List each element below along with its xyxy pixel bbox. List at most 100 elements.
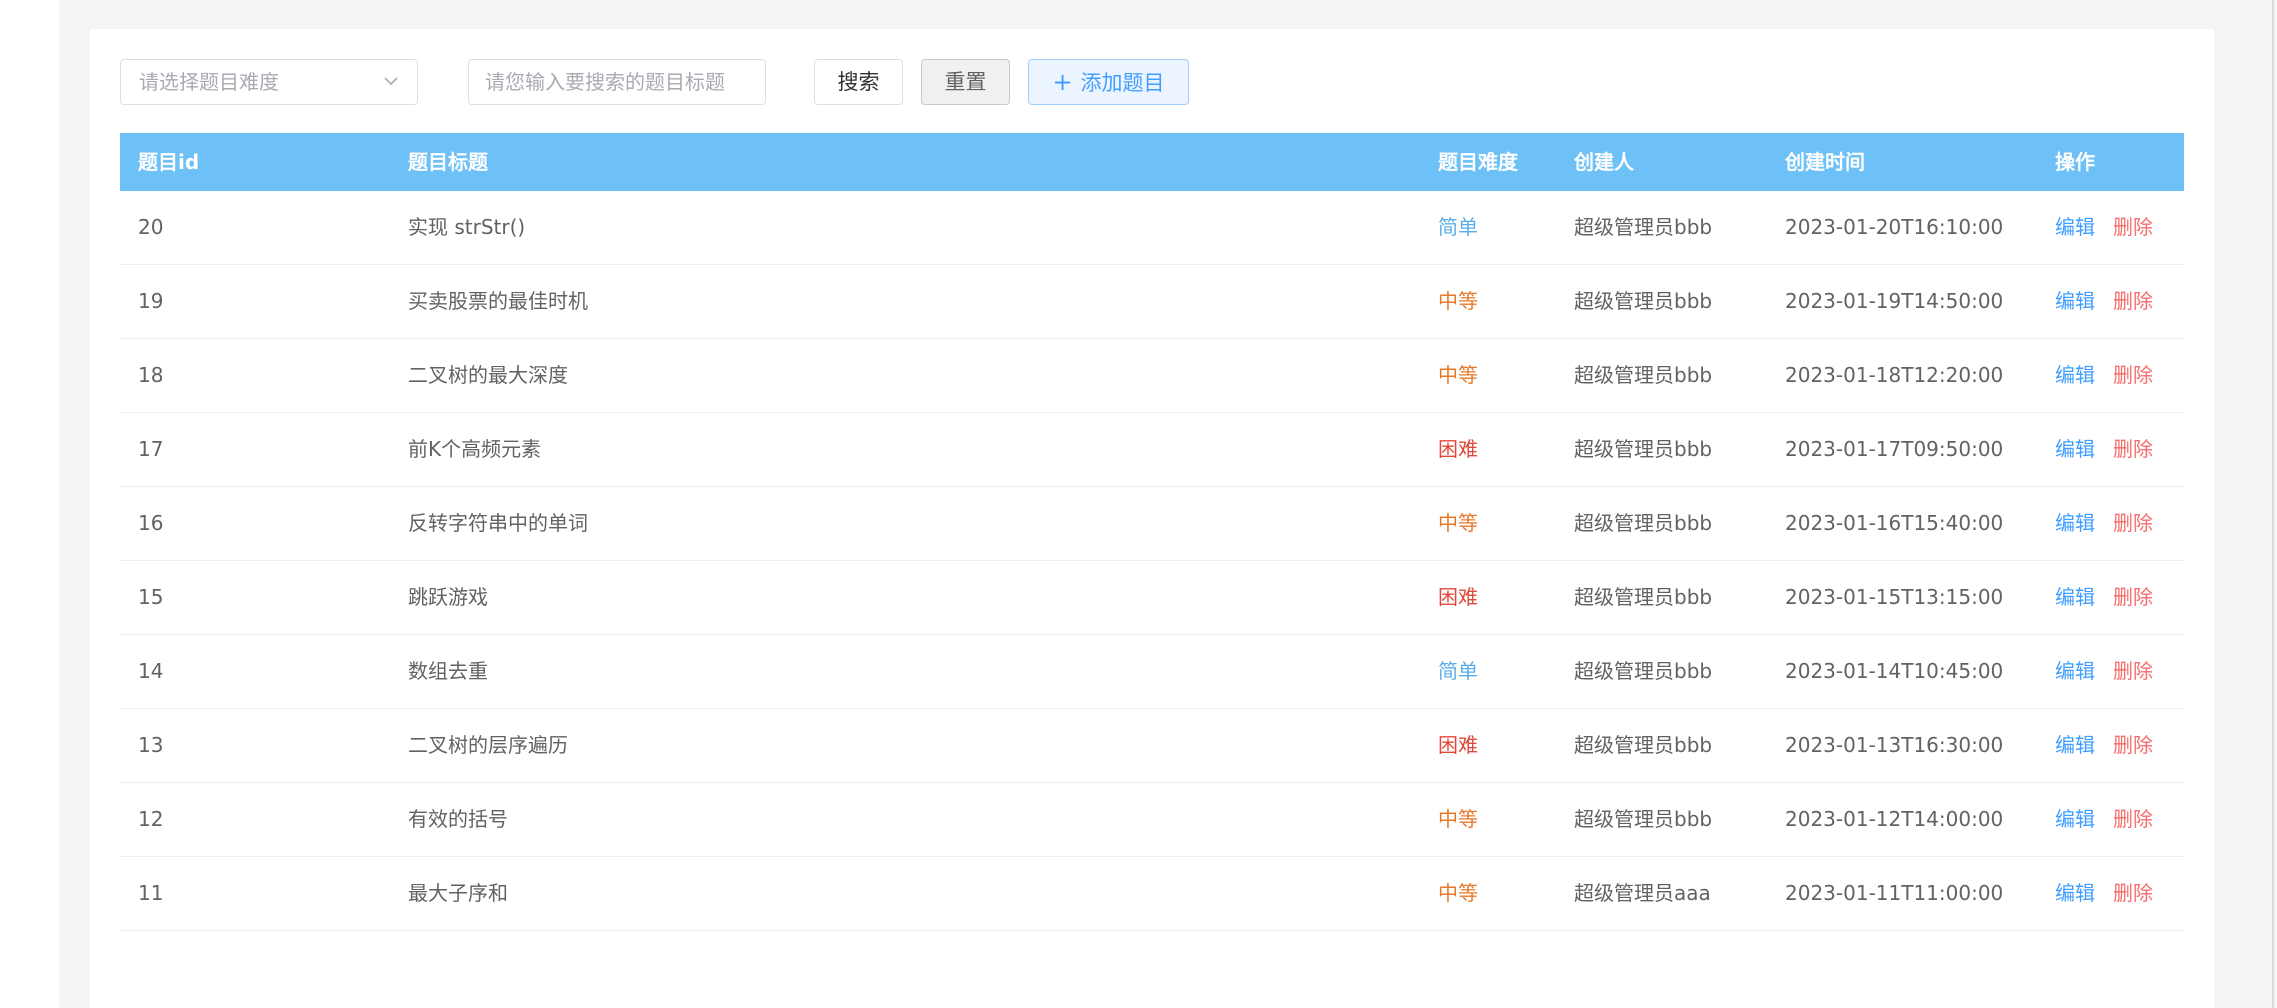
cell-id: 18 — [138, 363, 164, 387]
cell-id: 20 — [138, 215, 164, 239]
cell-created-at: 2023-01-12T14:00:00 — [1785, 807, 2004, 831]
questions-table: 题目id 题目标题 题目难度 创建人 创建时间 操作 20 实现 strStr()… — [120, 133, 2184, 931]
cell-created-at: 2023-01-11T11:00:00 — [1785, 881, 2004, 905]
header-difficulty: 题目难度 — [1438, 150, 1518, 174]
content-card: 请选择题目难度 搜索 重置 + 添加题目 题目id 题目标题 题目难度 创建人 创… — [90, 29, 2214, 1008]
cell-difficulty: 困难 — [1438, 437, 1478, 461]
cell-creator: 超级管理员bbb — [1574, 807, 1713, 831]
table-row: 13 二叉树的层序遍历 困难 超级管理员bbb 2023-01-13T16:30:00 编… — [120, 709, 2184, 783]
edit-link[interactable]: 编辑 — [2055, 807, 2095, 831]
cell-creator: 超级管理员bbb — [1574, 289, 1713, 313]
header-creator: 创建人 — [1574, 150, 1634, 174]
cell-actions: 编辑 删除 — [2055, 709, 2153, 782]
cell-id: 17 — [138, 437, 164, 461]
delete-link[interactable]: 删除 — [2113, 363, 2153, 387]
cell-title: 有效的括号 — [408, 807, 508, 831]
cell-difficulty: 中等 — [1438, 881, 1478, 905]
edit-link[interactable]: 编辑 — [2055, 289, 2095, 313]
delete-link[interactable]: 删除 — [2113, 807, 2153, 831]
cell-difficulty: 简单 — [1438, 659, 1478, 683]
cell-created-at: 2023-01-18T12:20:00 — [1785, 363, 2004, 387]
cell-difficulty: 简单 — [1438, 215, 1478, 239]
table-row: 14 数组去重 简单 超级管理员bbb 2023-01-14T10:45:00 编辑 删除 — [120, 635, 2184, 709]
table-row: 17 前K个高频元素 困难 超级管理员bbb 2023-01-17T09:50:00 编辑… — [120, 413, 2184, 487]
cell-actions: 编辑 删除 — [2055, 635, 2153, 708]
edit-link[interactable]: 编辑 — [2055, 215, 2095, 239]
delete-link[interactable]: 删除 — [2113, 659, 2153, 683]
delete-link[interactable]: 删除 — [2113, 733, 2153, 757]
search-button[interactable]: 搜索 — [814, 59, 903, 105]
cell-title: 最大子序和 — [408, 881, 508, 905]
cell-actions: 编辑 删除 — [2055, 413, 2153, 486]
cell-created-at: 2023-01-20T16:10:00 — [1785, 215, 2004, 239]
left-margin — [0, 0, 59, 1008]
cell-difficulty: 中等 — [1438, 363, 1478, 387]
delete-link[interactable]: 删除 — [2113, 511, 2153, 535]
difficulty-select-placeholder: 请选择题目难度 — [139, 70, 279, 94]
add-question-label: 添加题目 — [1080, 71, 1165, 95]
cell-actions: 编辑 删除 — [2055, 265, 2153, 338]
cell-id: 14 — [138, 659, 164, 683]
reset-button[interactable]: 重置 — [921, 59, 1010, 105]
delete-link[interactable]: 删除 — [2113, 437, 2153, 461]
edit-link[interactable]: 编辑 — [2055, 437, 2095, 461]
delete-link[interactable]: 删除 — [2113, 215, 2153, 239]
cell-creator: 超级管理员bbb — [1574, 215, 1713, 239]
cell-id: 12 — [138, 807, 164, 831]
cell-difficulty: 困难 — [1438, 733, 1478, 757]
cell-title: 反转字符串中的单词 — [408, 511, 588, 535]
cell-created-at: 2023-01-15T13:15:00 — [1785, 585, 2004, 609]
cell-id: 16 — [138, 511, 164, 535]
cell-difficulty: 中等 — [1438, 289, 1478, 313]
cell-difficulty: 中等 — [1438, 807, 1478, 831]
cell-actions: 编辑 删除 — [2055, 191, 2153, 264]
table-row: 16 反转字符串中的单词 中等 超级管理员bbb 2023-01-16T15:40:00… — [120, 487, 2184, 561]
cell-creator: 超级管理员bbb — [1574, 733, 1713, 757]
title-search-input[interactable] — [468, 59, 766, 105]
table-header: 题目id 题目标题 题目难度 创建人 创建时间 操作 — [120, 133, 2184, 191]
header-actions: 操作 — [2055, 150, 2095, 174]
edit-link[interactable]: 编辑 — [2055, 881, 2095, 905]
delete-link[interactable]: 删除 — [2113, 881, 2153, 905]
edit-link[interactable]: 编辑 — [2055, 659, 2095, 683]
cell-actions: 编辑 删除 — [2055, 783, 2153, 856]
difficulty-select[interactable]: 请选择题目难度 — [120, 59, 418, 105]
cell-creator: 超级管理员bbb — [1574, 437, 1713, 461]
cell-title: 跳跃游戏 — [408, 585, 488, 609]
cell-creator: 超级管理员bbb — [1574, 659, 1713, 683]
cell-difficulty: 困难 — [1438, 585, 1478, 609]
scrollbar-edge — [2272, 0, 2274, 1008]
cell-creator: 超级管理员bbb — [1574, 363, 1713, 387]
table-row: 19 买卖股票的最佳时机 中等 超级管理员bbb 2023-01-19T14:50:00… — [120, 265, 2184, 339]
cell-created-at: 2023-01-16T15:40:00 — [1785, 511, 2004, 535]
add-question-button[interactable]: + 添加题目 — [1028, 59, 1189, 105]
cell-created-at: 2023-01-13T16:30:00 — [1785, 733, 2004, 757]
cell-title: 实现 strStr() — [408, 215, 526, 239]
cell-actions: 编辑 删除 — [2055, 857, 2153, 930]
cell-actions: 编辑 删除 — [2055, 487, 2153, 560]
cell-title: 买卖股票的最佳时机 — [408, 289, 588, 313]
table-row: 15 跳跃游戏 困难 超级管理员bbb 2023-01-15T13:15:00 编辑 删除 — [120, 561, 2184, 635]
delete-link[interactable]: 删除 — [2113, 289, 2153, 313]
edit-link[interactable]: 编辑 — [2055, 511, 2095, 535]
cell-creator: 超级管理员bbb — [1574, 511, 1713, 535]
cell-difficulty: 中等 — [1438, 511, 1478, 535]
cell-created-at: 2023-01-14T10:45:00 — [1785, 659, 2004, 683]
cell-title: 二叉树的层序遍历 — [408, 733, 568, 757]
chevron-down-icon — [384, 77, 398, 86]
edit-link[interactable]: 编辑 — [2055, 363, 2095, 387]
edit-link[interactable]: 编辑 — [2055, 585, 2095, 609]
cell-creator: 超级管理员bbb — [1574, 585, 1713, 609]
cell-title: 二叉树的最大深度 — [408, 363, 568, 387]
cell-created-at: 2023-01-19T14:50:00 — [1785, 289, 2004, 313]
cell-actions: 编辑 删除 — [2055, 339, 2153, 412]
delete-link[interactable]: 删除 — [2113, 585, 2153, 609]
plus-icon: + — [1052, 68, 1073, 96]
table-body: 20 实现 strStr() 简单 超级管理员bbb 2023-01-20T16:10:… — [120, 191, 2184, 931]
cell-creator: 超级管理员aaa — [1574, 881, 1711, 905]
edit-link[interactable]: 编辑 — [2055, 733, 2095, 757]
header-created-at: 创建时间 — [1785, 150, 1865, 174]
cell-title: 前K个高频元素 — [408, 437, 542, 461]
filter-toolbar: 请选择题目难度 搜索 重置 + 添加题目 — [90, 29, 2214, 139]
table-row: 20 实现 strStr() 简单 超级管理员bbb 2023-01-20T16:10:… — [120, 191, 2184, 265]
